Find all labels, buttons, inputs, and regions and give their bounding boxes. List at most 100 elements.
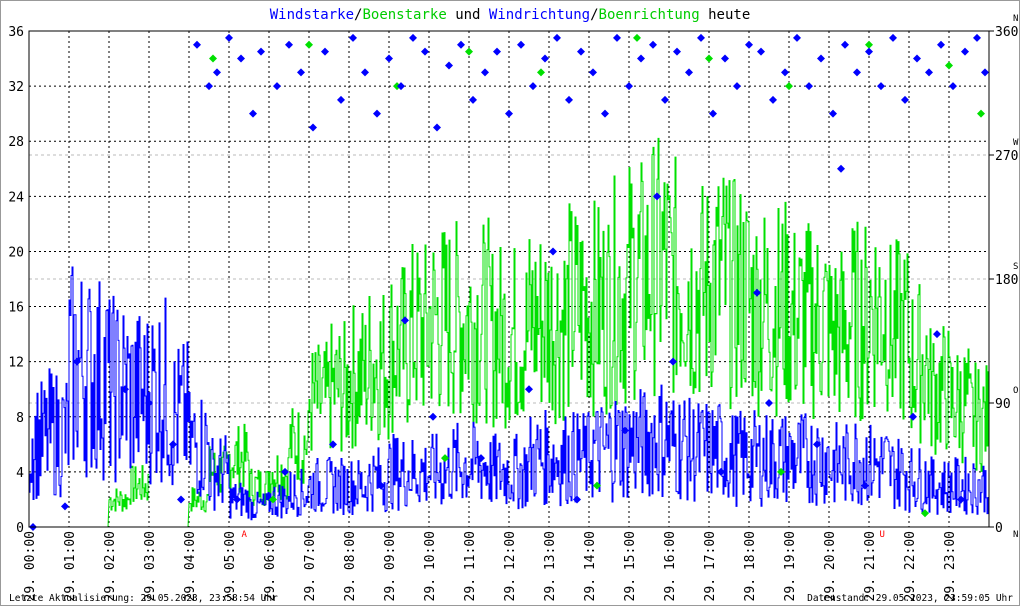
- title-part: Boenrichtung: [599, 7, 700, 23]
- wind-direction-point: [257, 47, 265, 56]
- wind-direction-point: [541, 54, 549, 63]
- wind-direction-point: [61, 502, 69, 511]
- wind-direction-point: [529, 82, 537, 91]
- wind-direction-point: [469, 95, 477, 104]
- wind-direction-point: [933, 330, 941, 339]
- wind-direction-point: [765, 399, 773, 407]
- wind-direction-point: [177, 495, 185, 504]
- wind-direction-point: [661, 95, 669, 104]
- y-tick-label: 20: [8, 245, 24, 260]
- wind-direction-point: [401, 316, 409, 325]
- wind-direction-point: [193, 40, 201, 49]
- x-tick-label: 29. 02:00: [103, 531, 118, 601]
- x-tick-label: 29. 04:00: [183, 531, 198, 601]
- wind-direction-point: [549, 247, 557, 256]
- y2-tick-label: 270: [995, 149, 1018, 164]
- wind-chart: Windstarke/Boenstarke und Windrichtung/B…: [8, 7, 1019, 604]
- wind-direction-point: [909, 412, 917, 421]
- data-timestamp-text: Datenstand: 29.05.2023, 23:59:05 Uhr: [807, 593, 1013, 604]
- x-tick-label: 29. 18:00: [743, 531, 758, 601]
- wind-direction-point: [573, 495, 581, 504]
- y-tick-label: 8: [16, 411, 24, 426]
- x-tick-label: 29. 10:00: [423, 531, 438, 601]
- title-part: Windstarke: [270, 7, 354, 23]
- x-tick-label: 29. 16:00: [663, 531, 678, 601]
- wind-direction-point: [877, 82, 885, 91]
- wind-direction-point: [793, 33, 801, 42]
- gust-direction-point: [537, 68, 545, 77]
- wind-direction-point: [981, 68, 989, 77]
- wind-direction-point: [913, 54, 921, 63]
- wind-direction-point: [169, 440, 177, 449]
- x-tick-label: 29. 20:00: [823, 531, 838, 601]
- title-part: heute: [700, 7, 751, 23]
- wind-direction-point: [349, 33, 357, 42]
- y2-tick-label: 90: [995, 397, 1011, 412]
- wind-direction-point: [505, 109, 513, 118]
- gust-direction-point: [305, 40, 313, 49]
- wind-direction-point: [249, 109, 257, 118]
- gust-direction-point: [705, 54, 713, 63]
- wind-direction-point: [973, 33, 981, 42]
- wind-direction-point: [481, 68, 489, 77]
- wind-direction-point: [309, 123, 317, 132]
- wind-direction-point: [421, 47, 429, 56]
- wind-direction-point: [757, 47, 765, 56]
- gust-direction-point: [209, 54, 217, 63]
- x-tick-label: 29. 03:00: [143, 531, 158, 601]
- wind-direction-point: [625, 82, 633, 91]
- x-tick-label: 29. 15:00: [623, 531, 638, 601]
- wind-direction-point: [829, 109, 837, 118]
- compass-label: W: [1013, 138, 1019, 148]
- wind-direction-point: [577, 47, 585, 56]
- x-tick-label: 29. 09:00: [383, 531, 398, 601]
- wind-direction-point: [865, 47, 873, 56]
- wind-direction-point: [733, 82, 741, 91]
- gust-direction-point: [865, 40, 873, 49]
- y2-tick-label: 360: [995, 25, 1018, 40]
- x-tick-label: 29. 08:00: [343, 531, 358, 601]
- compass-label: S: [1013, 262, 1018, 272]
- wind-direction-point: [589, 68, 597, 77]
- wind-direction-point: [225, 33, 233, 42]
- x-tick-label: 29. 21:00: [863, 531, 878, 601]
- y-tick-label: 12: [8, 356, 24, 371]
- x-tick-label: 29. 11:00: [463, 531, 478, 601]
- wind-direction-point: [213, 68, 221, 77]
- wind-direction-point: [721, 54, 729, 63]
- chart-title: Windstarke/Boenstarke und Windrichtung/B…: [270, 7, 751, 23]
- wind-direction-point: [553, 33, 561, 42]
- y-tick-label: 16: [8, 301, 24, 316]
- x-tick-label: 29. 00:00: [23, 531, 38, 601]
- x-tick-label: 29. 12:00: [503, 531, 518, 601]
- wind-direction-point: [297, 68, 305, 77]
- wind-direction-point: [457, 40, 465, 49]
- wind-direction-point: [837, 164, 845, 173]
- wind-direction-point: [889, 33, 897, 42]
- wind-direction-point: [285, 40, 293, 49]
- wind-direction-point: [445, 61, 453, 70]
- wind-direction-point: [429, 412, 437, 421]
- x-tick-label: 29. 17:00: [703, 531, 718, 601]
- wind-direction-point: [925, 68, 933, 77]
- wind-direction-point: [337, 95, 345, 104]
- wind-direction-point: [273, 82, 281, 91]
- wind-direction-point: [685, 68, 693, 77]
- wind-direction-point: [841, 40, 849, 49]
- y2-tick-label: 0: [995, 521, 1003, 536]
- wind-direction-point: [769, 95, 777, 104]
- wind-direction-point: [205, 82, 213, 91]
- y-tick-label: 4: [16, 466, 24, 481]
- x-tick-label: 29. 06:00: [263, 531, 278, 601]
- wind-direction-point: [237, 54, 245, 63]
- sun-marker: A: [241, 530, 247, 540]
- y-tick-label: 32: [8, 80, 24, 95]
- title-part: Windrichtung: [489, 7, 590, 23]
- x-tick-label: 29. 05:00: [223, 531, 238, 601]
- wind-direction-point: [493, 47, 501, 56]
- sun-marker: U: [879, 530, 884, 540]
- title-part: Boenstarke: [362, 7, 446, 23]
- wind-direction-point: [601, 109, 609, 118]
- wind-direction-point: [961, 47, 969, 56]
- x-tick-label: 29. 19:00: [783, 531, 798, 601]
